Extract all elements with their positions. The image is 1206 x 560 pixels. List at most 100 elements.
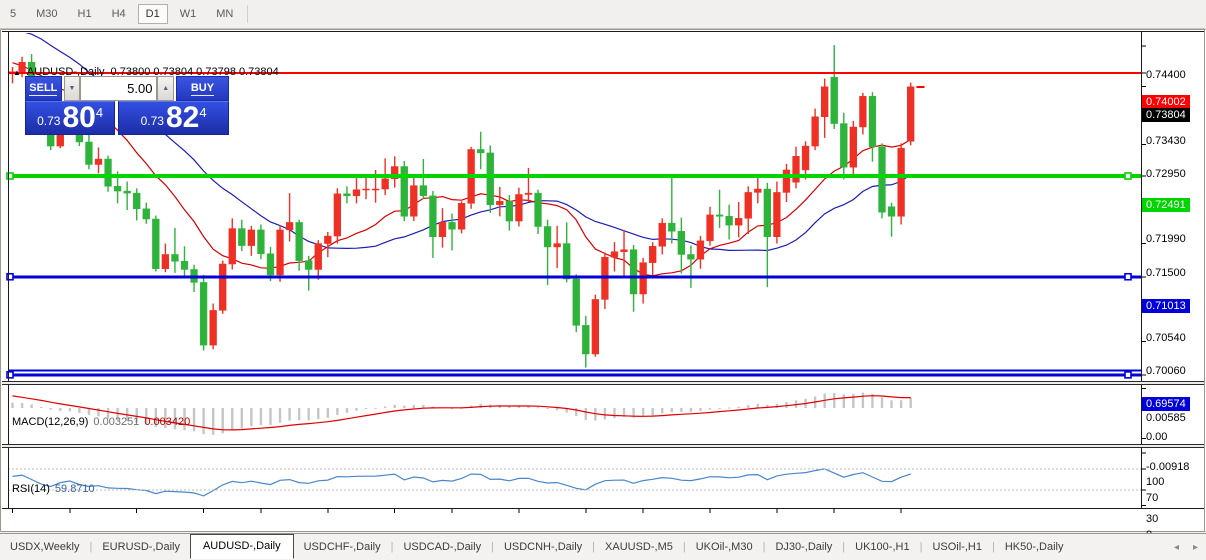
candle [764, 189, 771, 237]
candle [401, 167, 408, 217]
macd-scale-label: 0.00585 [1146, 412, 1186, 424]
candle [516, 194, 523, 221]
candle [410, 186, 417, 217]
candle [449, 222, 456, 229]
candle [439, 222, 446, 236]
chart-tab-dj30-daily[interactable]: DJ30-,Daily [765, 536, 842, 558]
candle [745, 192, 752, 218]
candle [229, 229, 236, 264]
sell-button[interactable]: SELL [25, 76, 62, 101]
candle [114, 186, 121, 191]
candle [391, 167, 398, 179]
chart-tab-usdcad-daily[interactable]: USDCAD-,Daily [393, 536, 491, 558]
candle [152, 219, 159, 269]
candle [726, 216, 733, 225]
chart-tab-xauusd-m5[interactable]: XAUUSD-,M5 [595, 536, 683, 558]
chart-tab-uk100-h1[interactable]: UK100-,H1 [845, 536, 919, 558]
candle [859, 96, 866, 127]
candle [907, 87, 914, 142]
chart-tab-usdchf-daily[interactable]: USDCHF-,Daily [294, 536, 391, 558]
candle [219, 264, 226, 310]
candle [840, 124, 847, 168]
candle [640, 263, 647, 294]
current-price-label: 0.73804 [1142, 108, 1190, 122]
rsi-scale-label: 70 [1146, 492, 1158, 504]
chart-tab-usoil-h1[interactable]: USOil-,H1 [922, 536, 992, 558]
rsi-name: RSI(14) [12, 483, 50, 495]
chart-tab-usdx-weekly[interactable]: USDX,Weekly [0, 536, 89, 558]
candle [563, 244, 570, 279]
candle [353, 190, 360, 196]
macd-plot [11, 393, 912, 435]
candle [697, 241, 704, 259]
timeframe-button-d1[interactable]: D1 [138, 4, 168, 24]
candle [458, 203, 465, 229]
candle [525, 193, 532, 194]
candle [105, 159, 112, 186]
rsi-scale-label: 30 [1146, 513, 1158, 525]
timeframe-button-mn[interactable]: MN [208, 4, 241, 24]
volume-input[interactable]: 5.00 [80, 76, 157, 101]
candle [649, 246, 656, 262]
timeframe-toolbar: 5M30H1H4D1W1MN [0, 0, 1206, 29]
volume-value: 5.00 [127, 81, 152, 96]
volume-increase-button[interactable]: ▲ [157, 76, 173, 101]
candle [496, 201, 503, 204]
chart-tab-audusd-daily[interactable]: AUDUSD-,Daily [190, 534, 294, 559]
volume-decrease-button[interactable]: ▼ [64, 76, 80, 101]
candle [821, 87, 828, 117]
chart-tab-hk50-daily[interactable]: HK50-,Daily [995, 536, 1074, 558]
candle [898, 148, 905, 216]
candle [133, 193, 140, 209]
candle [238, 229, 245, 246]
buy-button[interactable]: BUY [176, 76, 229, 101]
chart-window: ▲ AUDUSD-,Daily 0.73800 0.73804 0.73798 … [0, 29, 1206, 532]
timeframe-button-m30[interactable]: M30 [28, 4, 65, 24]
candle [544, 227, 551, 247]
candle [602, 257, 609, 299]
sell-price-box[interactable]: 0.73 80 4 [25, 101, 115, 135]
chart-tab-ukoil-m30[interactable]: UKOil-,M30 [686, 536, 763, 558]
chart-tab-usdcnh-daily[interactable]: USDCNH-,Daily [494, 536, 592, 558]
rsi-plot [13, 469, 911, 496]
macd-main-value: 0.003251 [93, 416, 139, 428]
timeframe-button-h4[interactable]: H4 [104, 4, 134, 24]
tab-scroll-left-icon[interactable]: ◂ [1174, 542, 1179, 553]
chart-tab-eurusd-daily[interactable]: EURUSD-,Daily [92, 536, 190, 558]
candle [668, 223, 675, 231]
candle [659, 223, 666, 246]
buy-price-prefix: 0.73 [141, 114, 164, 128]
toolbar-separator [247, 5, 248, 23]
candle [344, 194, 351, 196]
candle [688, 254, 695, 259]
candle [286, 222, 293, 229]
timeframe-button-5[interactable]: 5 [2, 4, 24, 24]
price-tick-label: 0.70060 [1146, 365, 1186, 377]
hline-price-label: 0.71013 [1142, 299, 1190, 313]
candle [707, 215, 714, 241]
candle [735, 218, 742, 225]
candle [162, 254, 169, 268]
rsi-value: 59.8710 [55, 483, 95, 495]
candle [124, 191, 131, 193]
candle [630, 250, 637, 294]
timeframe-button-h1[interactable]: H1 [70, 4, 100, 24]
candle [611, 252, 618, 257]
buy-price-pipette: 4 [199, 105, 206, 120]
tab-scroll-right-icon[interactable]: ▸ [1193, 542, 1198, 553]
candle [535, 193, 542, 226]
buy-price-box[interactable]: 0.73 82 4 [118, 101, 229, 135]
candle [334, 194, 341, 236]
candle [812, 117, 819, 146]
candle [181, 261, 188, 269]
macd-scale-label: 0.00 [1146, 431, 1167, 443]
candle [888, 207, 895, 217]
candle [477, 149, 484, 152]
candle [678, 231, 685, 254]
candle [277, 230, 284, 275]
trade-panel-price-row: 0.73 80 4 0.73 82 4 [25, 101, 229, 135]
sell-price-big: 80 [62, 104, 95, 132]
hline-price-label: 0.74002 [1142, 95, 1190, 109]
timeframe-button-w1[interactable]: W1 [172, 4, 205, 24]
macd-signal-value: 0.003420 [144, 416, 190, 428]
